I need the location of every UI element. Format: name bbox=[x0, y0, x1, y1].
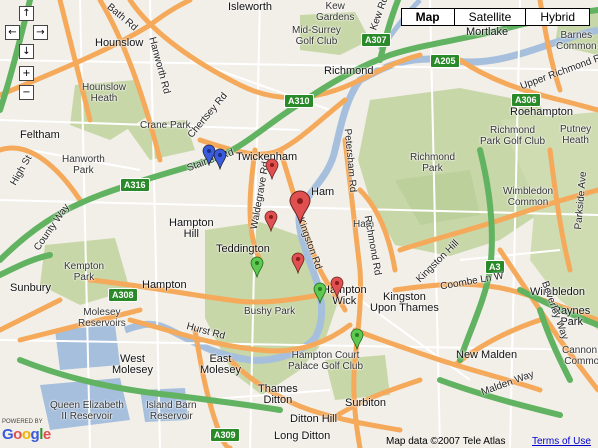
label-mid-surrey-golf: Mid-Surrey Golf Club bbox=[292, 25, 341, 47]
label-barnes-common: Barnes Common bbox=[556, 30, 597, 52]
label-ditton-hill: Ditton Hill bbox=[290, 413, 338, 425]
label-surbiton: Surbiton bbox=[345, 397, 386, 409]
label-hampton-court-golf: Hampton Court Palace Golf Club bbox=[288, 350, 364, 372]
road-shield-a316: A316 bbox=[120, 178, 150, 192]
marker-green-2[interactable] bbox=[313, 282, 327, 304]
label-west-molesey: West Molesey bbox=[112, 353, 153, 376]
pan-left-button[interactable]: ← bbox=[5, 25, 20, 40]
powered-by-label: POWERED BY bbox=[2, 419, 43, 425]
map-type-hybrid-button[interactable]: Hybrid bbox=[525, 8, 590, 26]
label-hanworth-park: Hanworth Park bbox=[62, 154, 105, 176]
label-teddington: Teddington bbox=[216, 243, 270, 255]
label-queen-elizabeth-reservoir: Queen Elizabeth II Reservoir bbox=[50, 400, 124, 422]
road-shield-a309: A309 bbox=[210, 428, 240, 442]
label-ham: Ham bbox=[311, 186, 335, 198]
marker-green-1[interactable] bbox=[250, 256, 264, 278]
label-thames-ditton: Thames Ditton bbox=[258, 383, 298, 406]
label-hounslow-heath: Hounslow Heath bbox=[82, 82, 126, 104]
map-view[interactable]: A307 A205 A310 A316 A308 A306 A3 A309 Is… bbox=[0, 0, 598, 448]
label-feltham: Feltham bbox=[20, 129, 60, 141]
label-east-molesey: East Molesey bbox=[200, 353, 241, 376]
label-mortlake: Mortlake bbox=[466, 26, 509, 38]
pan-right-button[interactable]: → bbox=[33, 25, 48, 40]
label-isleworth: Isleworth bbox=[228, 1, 273, 13]
label-cannon-hill: Cannon H Common bbox=[562, 345, 598, 367]
label-richmond-park-golf: Richmond Park Golf Club bbox=[480, 125, 546, 147]
road-shield-a308: A308 bbox=[108, 288, 138, 302]
label-wimbledon-common: Wimbledon Common bbox=[503, 186, 554, 208]
map-copyright: Map data ©2007 Tele Atlas bbox=[386, 436, 506, 447]
label-roehampton: Roehampton bbox=[510, 106, 573, 118]
road-shield-a205: A205 bbox=[430, 54, 460, 68]
label-putney-heath: Putney Heath bbox=[560, 124, 592, 146]
label-molesey-reservoirs: Molesey Reservoirs bbox=[78, 307, 126, 329]
road-shield-a310: A310 bbox=[284, 94, 314, 108]
label-hampton: Hampton bbox=[142, 279, 187, 291]
marker-red-3[interactable] bbox=[291, 252, 305, 274]
marker-blue-2[interactable] bbox=[213, 148, 227, 170]
map-type-satellite-button[interactable]: Satellite bbox=[453, 8, 527, 26]
terms-of-use-link[interactable]: Terms of Use bbox=[532, 436, 591, 447]
pan-up-button[interactable]: ↑ bbox=[19, 6, 34, 21]
road-shield-a307: A307 bbox=[361, 33, 391, 47]
zoom-in-button[interactable]: + bbox=[19, 66, 34, 81]
label-kew-gardens: Kew Gardens bbox=[316, 1, 355, 23]
label-kingston: Kingston Upon Thames bbox=[370, 291, 439, 314]
pan-down-button[interactable]: ↓ bbox=[19, 44, 34, 59]
google-wordmark: Google bbox=[2, 426, 51, 443]
zoom-out-button[interactable]: − bbox=[19, 85, 34, 100]
marker-red-4[interactable] bbox=[330, 276, 344, 298]
map-type-control: Map Satellite Hybrid bbox=[400, 8, 590, 26]
label-bushy-park: Bushy Park bbox=[244, 306, 296, 317]
google-logo[interactable]: POWERED BY Google bbox=[2, 419, 51, 444]
label-wimbledon: Wimbledon bbox=[530, 286, 586, 298]
label-hampton-hill: Hampton Hill bbox=[169, 217, 214, 240]
label-sunbury: Sunbury bbox=[10, 282, 51, 294]
terms-of-use-link-wrap: Terms of Use bbox=[532, 436, 591, 447]
map-type-map-button[interactable]: Map bbox=[400, 8, 455, 26]
label-island-barn-reservoir: Island Barn Reservoir bbox=[146, 400, 197, 422]
label-hampton-wick: Hampton Wick bbox=[322, 284, 367, 307]
marker-red-1[interactable] bbox=[265, 158, 279, 180]
marker-green-3[interactable] bbox=[350, 328, 364, 350]
marker-red-2[interactable] bbox=[264, 210, 278, 232]
label-new-malden: New Malden bbox=[456, 349, 518, 361]
label-crane-park: Crane Park bbox=[140, 120, 191, 131]
label-kempton-park: Kempton Park bbox=[64, 261, 105, 283]
label-hounslow: Hounslow bbox=[95, 37, 144, 49]
label-long-ditton: Long Ditton bbox=[274, 430, 331, 442]
label-richmond: Richmond bbox=[324, 65, 374, 77]
label-richmond-park: Richmond Park bbox=[410, 152, 456, 174]
road-shield-a306: A306 bbox=[511, 93, 541, 107]
marker-red-big[interactable] bbox=[289, 190, 311, 224]
